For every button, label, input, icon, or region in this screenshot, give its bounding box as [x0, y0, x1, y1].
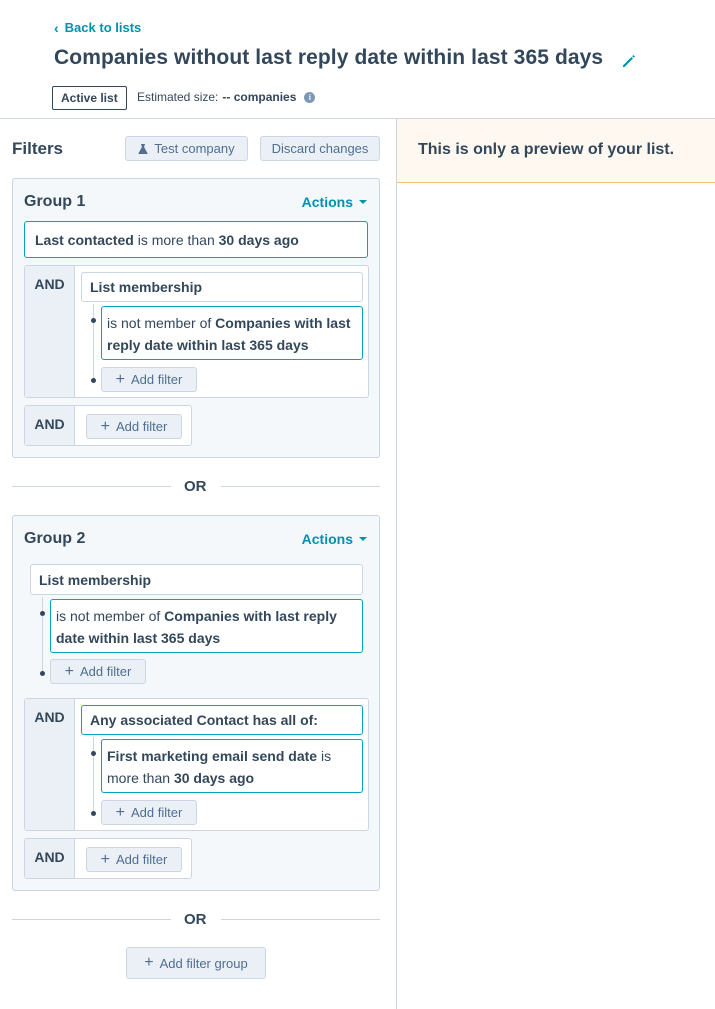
add-filter-button[interactable]: + Add filter — [50, 659, 146, 684]
or-divider-left — [12, 919, 171, 920]
actions-label: Actions — [301, 531, 353, 547]
filter-last-contacted[interactable]: Last contacted is more than 30 days ago — [24, 221, 368, 258]
list-membership-header: List membership — [81, 272, 363, 302]
test-company-button[interactable]: Test company — [125, 136, 248, 161]
estimated-size-value: -- companies — [222, 90, 297, 104]
add-filter-group-button[interactable]: + Add filter group — [126, 947, 266, 979]
filter-group-1: Group 1 Actions Last contacted is more t… — [12, 178, 380, 458]
connector-dot — [91, 378, 96, 383]
or-label: OR — [184, 911, 207, 928]
and-label: AND — [25, 699, 75, 830]
filter-list-membership[interactable]: is not member of Companies with last rep… — [101, 306, 363, 360]
add-filter-group-label: Add filter group — [159, 955, 248, 971]
filter-group-2: Group 2 Actions List membership is not m… — [12, 515, 380, 891]
filter-property: First marketing email send date — [107, 748, 318, 764]
and-add-block: AND + Add filter — [24, 838, 192, 879]
filters-title: Filters — [12, 139, 64, 158]
filter-list-membership[interactable]: is not member of Companies with last rep… — [50, 599, 363, 653]
connector-dot — [91, 318, 96, 323]
plus-icon: + — [144, 954, 154, 971]
discard-changes-label: Discard changes — [271, 141, 369, 156]
or-label: OR — [184, 478, 207, 495]
filter-operator: is more than — [137, 232, 215, 248]
plus-icon: + — [100, 417, 111, 435]
add-filter-label: Add filter — [116, 419, 168, 434]
filter-property: Last contacted — [35, 232, 134, 248]
page-title: Companies without last reply date within… — [54, 46, 604, 69]
plus-icon: + — [64, 662, 75, 680]
test-company-label: Test company — [154, 141, 235, 156]
and-block: AND List membership is not member of Com… — [24, 265, 369, 398]
filter-value: 30 days ago — [218, 232, 299, 248]
and-add-block: AND + Add filter — [24, 405, 192, 446]
connector-line — [42, 597, 43, 673]
group-title: Group 2 — [24, 530, 86, 547]
filter-operator: is not member of — [56, 608, 161, 624]
filter-first-marketing-email[interactable]: First marketing email send date is more … — [101, 739, 363, 793]
or-divider-right — [221, 919, 380, 920]
group-title: Group 1 — [24, 193, 86, 210]
panel-divider — [396, 118, 397, 1009]
plus-icon: + — [100, 850, 111, 868]
back-to-lists-link[interactable]: ‹ Back to lists — [54, 20, 141, 35]
and-label: AND — [25, 839, 75, 878]
or-divider-left — [12, 486, 171, 487]
status-badge: Active list — [52, 86, 127, 110]
filter-operator: is not member of — [107, 315, 212, 331]
group-actions-dropdown[interactable]: Actions — [302, 531, 367, 547]
and-block: AND Any associated Contact has all of: F… — [24, 698, 369, 831]
connector-line — [93, 304, 94, 380]
estimated-size-label: Estimated size: — [137, 90, 219, 104]
add-filter-label: Add filter — [80, 664, 132, 679]
connector-line — [93, 737, 94, 813]
connector-dot — [91, 751, 96, 756]
add-filter-button[interactable]: + Add filter — [86, 847, 182, 872]
flask-icon — [138, 143, 148, 154]
add-filter-label: Add filter — [131, 805, 183, 820]
add-filter-button[interactable]: + Add filter — [86, 414, 182, 439]
back-link-label: Back to lists — [64, 20, 142, 35]
plus-icon: + — [115, 803, 126, 821]
discard-changes-button[interactable]: Discard changes — [260, 136, 380, 161]
chevron-left-icon: ‹ — [54, 19, 59, 36]
connector-dot — [91, 811, 96, 816]
connector-dot — [40, 611, 45, 616]
connector-dot — [40, 671, 45, 676]
estimated-size: Estimated size: -- companies i — [137, 90, 316, 104]
list-membership-header: List membership — [30, 564, 363, 595]
associated-contact-header: Any associated Contact has all of: — [81, 705, 363, 735]
preview-banner: This is only a preview of your list. — [397, 119, 715, 183]
or-divider-right — [221, 486, 380, 487]
actions-label: Actions — [301, 194, 353, 210]
add-filter-button[interactable]: + Add filter — [101, 367, 197, 392]
pencil-icon[interactable] — [620, 52, 638, 70]
filter-value: 30 days ago — [173, 770, 255, 786]
add-filter-button[interactable]: + Add filter — [101, 800, 197, 825]
plus-icon: + — [115, 370, 126, 388]
and-label: AND — [25, 266, 75, 397]
caret-down-icon — [359, 537, 367, 541]
add-filter-label: Add filter — [116, 852, 168, 867]
group-actions-dropdown[interactable]: Actions — [302, 194, 367, 210]
add-filter-label: Add filter — [131, 372, 183, 387]
preview-banner-text: This is only a preview of your list. — [418, 141, 675, 158]
info-icon[interactable]: i — [304, 91, 316, 103]
and-label: AND — [25, 406, 75, 445]
caret-down-icon — [359, 200, 367, 204]
